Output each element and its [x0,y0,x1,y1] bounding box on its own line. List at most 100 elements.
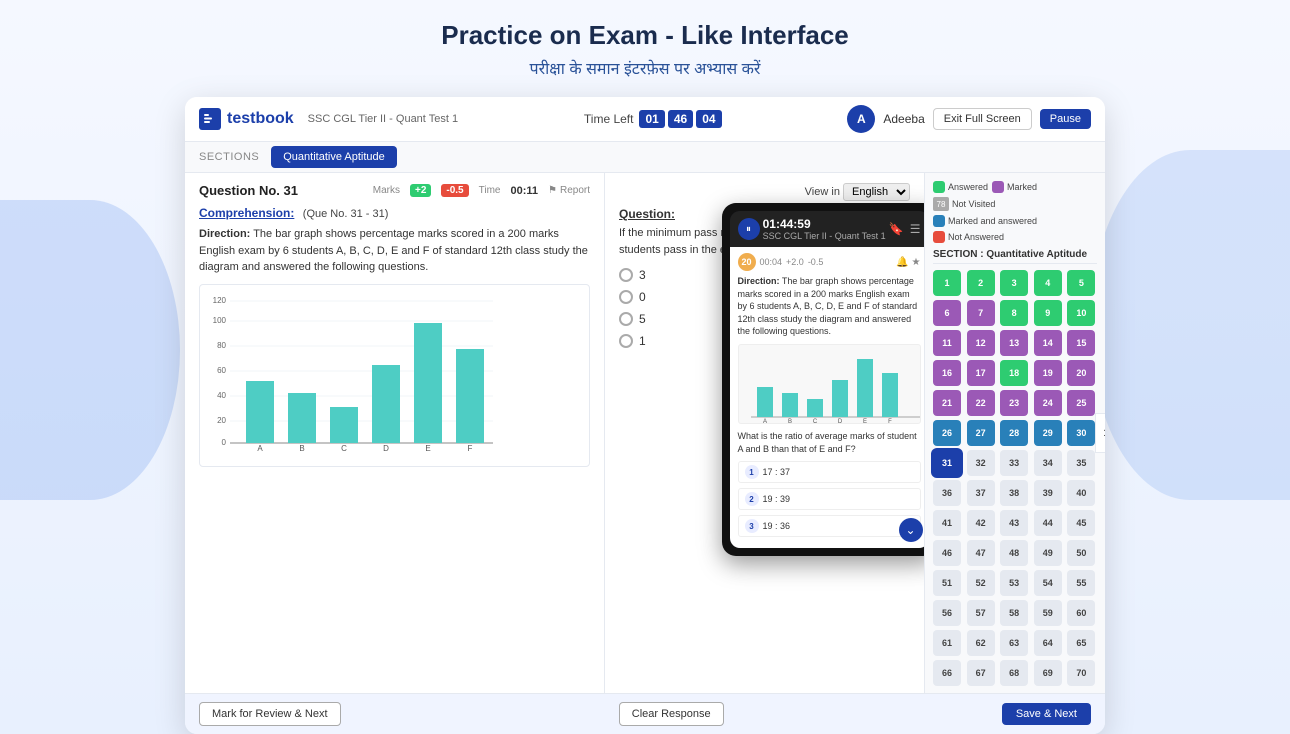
palette-question-40[interactable]: 40 [1067,480,1095,506]
palette-question-19[interactable]: 19 [1034,360,1062,386]
palette-question-55[interactable]: 55 [1067,570,1095,596]
palette-question-64[interactable]: 64 [1034,630,1062,656]
palette-question-43[interactable]: 43 [1000,510,1028,536]
palette-question-68[interactable]: 68 [1000,660,1028,686]
palette-question-62[interactable]: 62 [967,630,995,656]
palette-question-33[interactable]: 33 [1000,450,1028,476]
palette-question-21[interactable]: 21 [933,390,961,416]
palette-question-66[interactable]: 66 [933,660,961,686]
exit-fullscreen-button[interactable]: Exit Full Screen [933,108,1032,130]
palette-question-15[interactable]: 15 [1067,330,1095,356]
language-select[interactable]: English [843,183,910,201]
palette-question-9[interactable]: 9 [1034,300,1062,326]
mobile-option-num-3: 3 [745,519,759,533]
palette-question-44[interactable]: 44 [1034,510,1062,536]
palette-question-13[interactable]: 13 [1000,330,1028,356]
collapse-palette-button[interactable]: › [1095,413,1105,453]
option-value-3: 5 [639,312,646,326]
palette-question-22[interactable]: 22 [967,390,995,416]
palette-question-24[interactable]: 24 [1034,390,1062,416]
option-radio-4[interactable] [619,334,633,348]
mobile-scroll-down-button[interactable]: ⌄ [899,518,923,542]
palette-question-53[interactable]: 53 [1000,570,1028,596]
palette-question-31[interactable]: 31 [933,450,961,476]
palette-question-61[interactable]: 61 [933,630,961,656]
svg-text:A: A [257,444,263,453]
palette-question-26[interactable]: 26 [933,420,961,446]
palette-question-1[interactable]: 1 [933,270,961,296]
palette-question-59[interactable]: 59 [1034,600,1062,626]
palette-question-60[interactable]: 60 [1067,600,1095,626]
palette-question-28[interactable]: 28 [1000,420,1028,446]
svg-text:D: D [383,444,389,453]
mobile-play-button[interactable]: ⏸ [738,218,760,240]
palette-question-35[interactable]: 35 [1067,450,1095,476]
palette-question-8[interactable]: 8 [1000,300,1028,326]
mobile-option-1[interactable]: 1 17 : 37 [738,461,921,483]
palette-question-25[interactable]: 25 [1067,390,1095,416]
option-radio-2[interactable] [619,290,633,304]
mobile-bookmark-icon[interactable]: 🔖 [889,222,904,236]
palette-question-70[interactable]: 70 [1067,660,1095,686]
palette-question-17[interactable]: 17 [967,360,995,386]
palette-question-34[interactable]: 34 [1034,450,1062,476]
palette-question-18[interactable]: 18 [1000,360,1028,386]
mobile-content: 20 00:04 +2.0 -0.5 🔔 ★ Direction: The ba… [730,247,926,548]
palette-question-20[interactable]: 20 [1067,360,1095,386]
palette-question-32[interactable]: 32 [967,450,995,476]
palette-question-39[interactable]: 39 [1034,480,1062,506]
palette-question-47[interactable]: 47 [967,540,995,566]
question-palette: › Answered Marked 78 Not Visited [925,173,1105,693]
clear-response-button[interactable]: Clear Response [619,702,724,726]
palette-question-3[interactable]: 3 [1000,270,1028,296]
palette-question-50[interactable]: 50 [1067,540,1095,566]
palette-question-46[interactable]: 46 [933,540,961,566]
palette-question-49[interactable]: 49 [1034,540,1062,566]
legend-not-answered-label: Not Answered [948,232,1004,242]
mobile-option-3[interactable]: 3 19 : 36 [738,515,921,537]
option-radio-1[interactable] [619,268,633,282]
palette-question-42[interactable]: 42 [967,510,995,536]
mobile-menu-icon[interactable]: ☰ [910,222,921,236]
palette-question-58[interactable]: 58 [1000,600,1028,626]
palette-question-2[interactable]: 2 [967,270,995,296]
palette-question-56[interactable]: 56 [933,600,961,626]
svg-text:B: B [299,444,304,453]
palette-question-69[interactable]: 69 [1034,660,1062,686]
palette-question-4[interactable]: 4 [1034,270,1062,296]
palette-question-36[interactable]: 36 [933,480,961,506]
svg-text:120: 120 [213,296,227,305]
palette-question-7[interactable]: 7 [967,300,995,326]
tab-quantitative-aptitude[interactable]: Quantitative Aptitude [271,146,397,168]
palette-question-14[interactable]: 14 [1034,330,1062,356]
mark-for-review-button[interactable]: Mark for Review & Next [199,702,341,726]
palette-question-52[interactable]: 52 [967,570,995,596]
mobile-option-2[interactable]: 2 19 : 39 [738,488,921,510]
palette-question-27[interactable]: 27 [967,420,995,446]
palette-question-51[interactable]: 51 [933,570,961,596]
palette-question-10[interactable]: 10 [1067,300,1095,326]
palette-question-12[interactable]: 12 [967,330,995,356]
mobile-timer: 01:44:59 [763,217,886,231]
palette-question-45[interactable]: 45 [1067,510,1095,536]
palette-question-23[interactable]: 23 [1000,390,1028,416]
palette-question-5[interactable]: 5 [1067,270,1095,296]
report-button[interactable]: ⚑ Report [548,185,590,196]
svg-text:80: 80 [217,341,226,350]
palette-question-41[interactable]: 41 [933,510,961,536]
palette-question-54[interactable]: 54 [1034,570,1062,596]
option-radio-3[interactable] [619,312,633,326]
palette-question-37[interactable]: 37 [967,480,995,506]
palette-question-63[interactable]: 63 [1000,630,1028,656]
palette-question-11[interactable]: 11 [933,330,961,356]
palette-question-38[interactable]: 38 [1000,480,1028,506]
palette-question-65[interactable]: 65 [1067,630,1095,656]
palette-question-30[interactable]: 30 [1067,420,1095,446]
palette-question-6[interactable]: 6 [933,300,961,326]
pause-button[interactable]: Pause [1040,109,1091,129]
palette-question-16[interactable]: 16 [933,360,961,386]
palette-question-48[interactable]: 48 [1000,540,1028,566]
palette-question-29[interactable]: 29 [1034,420,1062,446]
palette-question-67[interactable]: 67 [967,660,995,686]
palette-question-57[interactable]: 57 [967,600,995,626]
